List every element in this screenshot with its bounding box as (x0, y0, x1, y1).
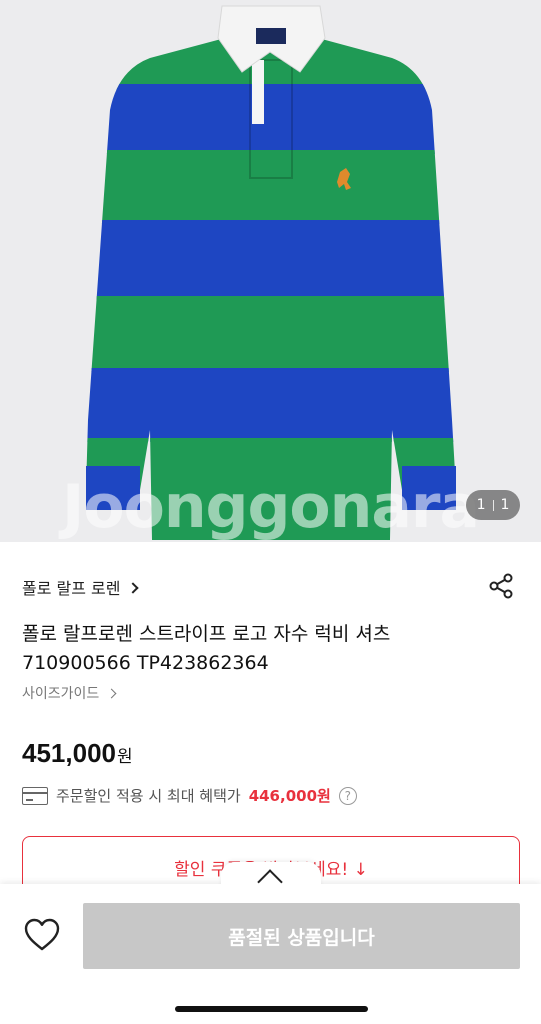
product-image-gallery[interactable]: Joonggonara 1 1 (0, 0, 541, 542)
size-guide-link[interactable]: 사이즈가이드 (22, 683, 117, 703)
price-value: 451,000 (22, 738, 116, 768)
credit-card-icon (22, 786, 48, 805)
benefit-price-row: 주문할인 적용 시 최대 혜택가 446,000원 ? (22, 785, 357, 806)
image-counter-total: 1 (500, 497, 510, 513)
benefit-label: 주문할인 적용 시 최대 혜택가 (56, 787, 241, 805)
expand-handle-cover[interactable] (221, 862, 321, 895)
share-icon[interactable] (488, 573, 514, 599)
brand-link[interactable]: 폴로 랄프 로렌 (22, 575, 139, 599)
home-indicator (175, 1006, 368, 1012)
image-counter-separator (492, 499, 494, 511)
help-icon[interactable]: ? (338, 786, 357, 805)
product-title: 폴로 랄프로렌 스트라이프 로고 자수 럭비 셔츠 710900566 TP42… (22, 623, 391, 674)
price-currency: 원 (116, 747, 133, 767)
watermark-text: Joonggonara (62, 472, 480, 542)
chevron-right-icon (126, 581, 139, 594)
soldout-button[interactable]: 품절된 상품입니다 (83, 903, 520, 969)
benefit-price: 446,000원 (248, 787, 331, 805)
chevron-right-icon (106, 688, 117, 698)
brand-name: 폴로 랄프 로렌 (22, 579, 121, 598)
image-counter-current: 1 (476, 497, 486, 513)
image-counter: 1 1 (466, 490, 520, 520)
wishlist-heart-icon[interactable] (24, 918, 60, 952)
product-image (0, 0, 541, 542)
price: 451,000 원 (22, 738, 133, 769)
chevron-up-icon (257, 869, 283, 895)
size-guide-label: 사이즈가이드 (22, 686, 100, 702)
